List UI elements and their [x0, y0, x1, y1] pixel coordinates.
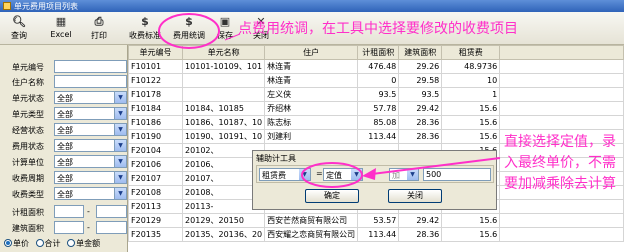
annotation-right: 直接选择定值，录入最终单价，不需要加减乘除去计算 [504, 134, 616, 192]
arrow-line [371, 157, 501, 175]
arrow-head-icon [362, 168, 376, 180]
highlight-ellipse-toolbar [158, 13, 220, 49]
highlight-ellipse-mode [301, 162, 363, 188]
annotation-top: 点费用统调，在工具中选择要修改的收费项目 [238, 21, 518, 37]
